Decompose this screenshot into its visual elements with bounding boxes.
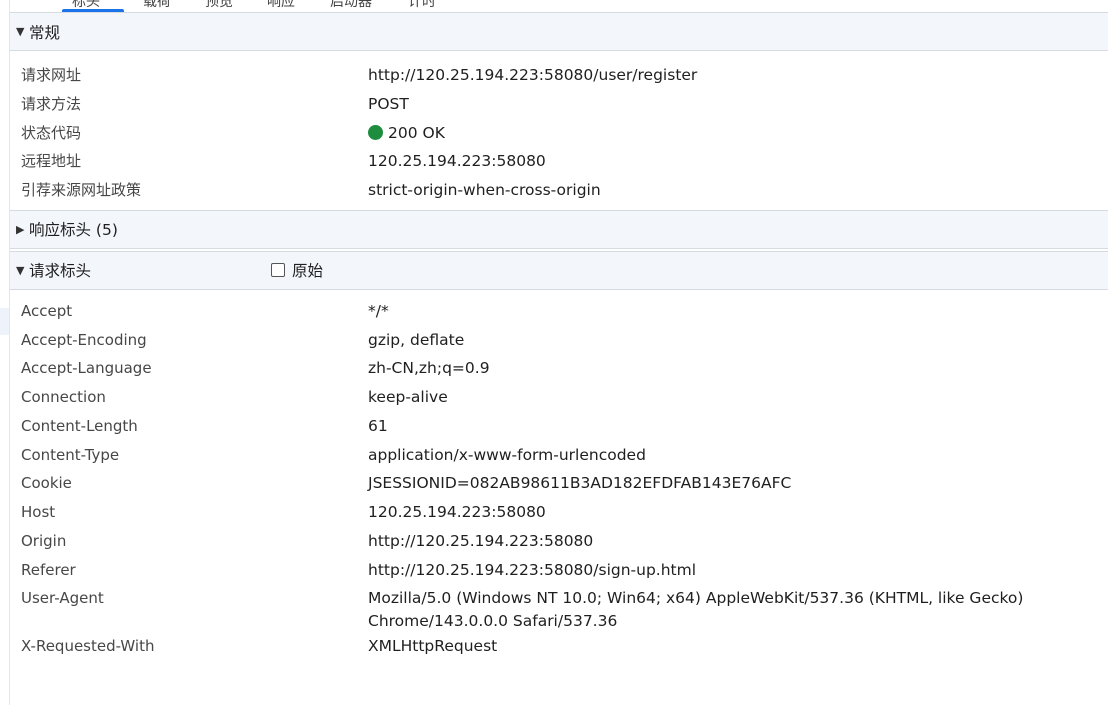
header-name: Cookie: [21, 474, 72, 493]
active-tab-indicator: [62, 9, 124, 12]
status-text: 200 OK: [388, 123, 445, 142]
header-row: Accept-Encoding gzip, deflate: [10, 326, 1108, 355]
header-row: User-Agent Mozilla/5.0 (Windows NT 10.0;…: [10, 584, 1108, 632]
row-key: 引荐来源网址政策: [21, 181, 142, 199]
header-value[interactable]: XMLHttpRequest: [368, 632, 1108, 658]
general-row: 引荐来源网址政策 strict-origin-when-cross-origin: [10, 176, 1108, 205]
headers-panel: 标头 载荷 预览 响应 启动器 计时 ▼ 常规 请求网址 http://120.…: [10, 0, 1108, 705]
row-key: 请求网址: [21, 66, 82, 84]
header-row: Accept */*: [10, 297, 1108, 326]
header-value[interactable]: 120.25.194.223:58080: [368, 498, 1108, 524]
header-value[interactable]: http://120.25.194.223:58080/sign-up.html: [368, 556, 1108, 582]
header-name: X-Requested-With: [21, 637, 155, 656]
triangle-down-icon: ▼: [16, 25, 25, 38]
gutter-highlight: [0, 308, 9, 335]
raw-toggle[interactable]: 原始: [271, 259, 323, 281]
general-row: 远程地址 120.25.194.223:58080: [10, 147, 1108, 176]
header-row: Referer http://120.25.194.223:58080/sign…: [10, 556, 1108, 585]
header-row: Content-Type application/x-www-form-urle…: [10, 441, 1108, 470]
section-response-headers-title: 响应标头 (5): [29, 221, 118, 240]
header-value[interactable]: */*: [368, 297, 1108, 323]
row-key: 状态代码: [21, 123, 82, 142]
header-row: Origin http://120.25.194.223:58080: [10, 527, 1108, 556]
header-name: Origin: [21, 531, 67, 550]
row-value[interactable]: strict-origin-when-cross-origin: [368, 176, 1108, 202]
header-row: Content-Length 61: [10, 412, 1108, 441]
section-request-headers-header[interactable]: ▼ 请求标头 原始: [10, 251, 1108, 290]
header-name: Accept-Language: [21, 359, 152, 378]
header-name: Referer: [21, 560, 76, 579]
status-dot-icon: [368, 124, 383, 140]
header-value[interactable]: keep-alive: [368, 383, 1108, 409]
header-row: Host 120.25.194.223:58080: [10, 498, 1108, 527]
row-value-status[interactable]: 200 OK: [368, 119, 1108, 145]
header-name: User-Agent: [21, 589, 104, 608]
tab-payload[interactable]: 载荷: [143, 0, 171, 11]
header-value[interactable]: 61: [368, 412, 1108, 438]
header-name: Connection: [21, 388, 106, 406]
header-name: Content-Length: [21, 416, 138, 435]
tab-initiator[interactable]: 启动器: [330, 0, 372, 11]
left-gutter: [0, 0, 10, 705]
triangle-down-icon: ▼: [16, 263, 25, 277]
tab-preview[interactable]: 预览: [205, 0, 233, 11]
header-row: X-Requested-With XMLHttpRequest: [10, 632, 1108, 661]
section-request-headers-title: 请求标头: [29, 262, 92, 281]
section-response-headers-header[interactable]: ▶ 响应标头 (5): [10, 210, 1108, 249]
row-value[interactable]: POST: [368, 90, 1108, 116]
section-general-header[interactable]: ▼ 常规: [10, 13, 1108, 51]
header-value[interactable]: Mozilla/5.0 (Windows NT 10.0; Win64; x64…: [368, 584, 1108, 632]
raw-label: 原始: [292, 262, 324, 281]
triangle-right-icon: ▶: [16, 222, 25, 236]
header-name: Accept: [21, 301, 73, 320]
section-general-title: 常规: [29, 23, 61, 42]
general-row: 请求方法 POST: [10, 90, 1108, 119]
request-header-rows: Accept */* Accept-Encoding gzip, deflate…: [10, 290, 1108, 661]
general-row: 状态代码 200 OK: [10, 119, 1108, 148]
header-name: Content-Type: [21, 445, 120, 464]
general-rows: 请求网址 http://120.25.194.223:58080/user/re…: [10, 51, 1108, 205]
tab-response[interactable]: 响应: [267, 0, 295, 11]
general-row: 请求网址 http://120.25.194.223:58080/user/re…: [10, 61, 1108, 90]
header-row: Connection keep-alive: [10, 383, 1108, 412]
header-value[interactable]: zh-CN,zh;q=0.9: [368, 354, 1108, 380]
header-name: Host: [21, 503, 56, 521]
tab-timing[interactable]: 计时: [408, 0, 436, 11]
row-value[interactable]: http://120.25.194.223:58080/user/registe…: [368, 61, 1108, 87]
row-key: 请求方法: [21, 94, 82, 113]
header-value[interactable]: JSESSIONID=082AB98611B3AD182EFDFAB143E76…: [368, 469, 1108, 495]
header-value[interactable]: gzip, deflate: [368, 326, 1108, 352]
raw-checkbox[interactable]: [271, 263, 285, 278]
row-key: 远程地址: [21, 152, 82, 171]
header-name: Accept-Encoding: [21, 330, 147, 349]
row-value[interactable]: 120.25.194.223:58080: [368, 147, 1108, 173]
tab-bar: 标头 载荷 预览 响应 启动器 计时: [10, 0, 1108, 13]
header-value[interactable]: application/x-www-form-urlencoded: [368, 441, 1108, 467]
header-row: Cookie JSESSIONID=082AB98611B3AD182EFDFA…: [10, 469, 1108, 498]
header-value[interactable]: http://120.25.194.223:58080: [368, 527, 1108, 553]
header-row: Accept-Language zh-CN,zh;q=0.9: [10, 354, 1108, 383]
